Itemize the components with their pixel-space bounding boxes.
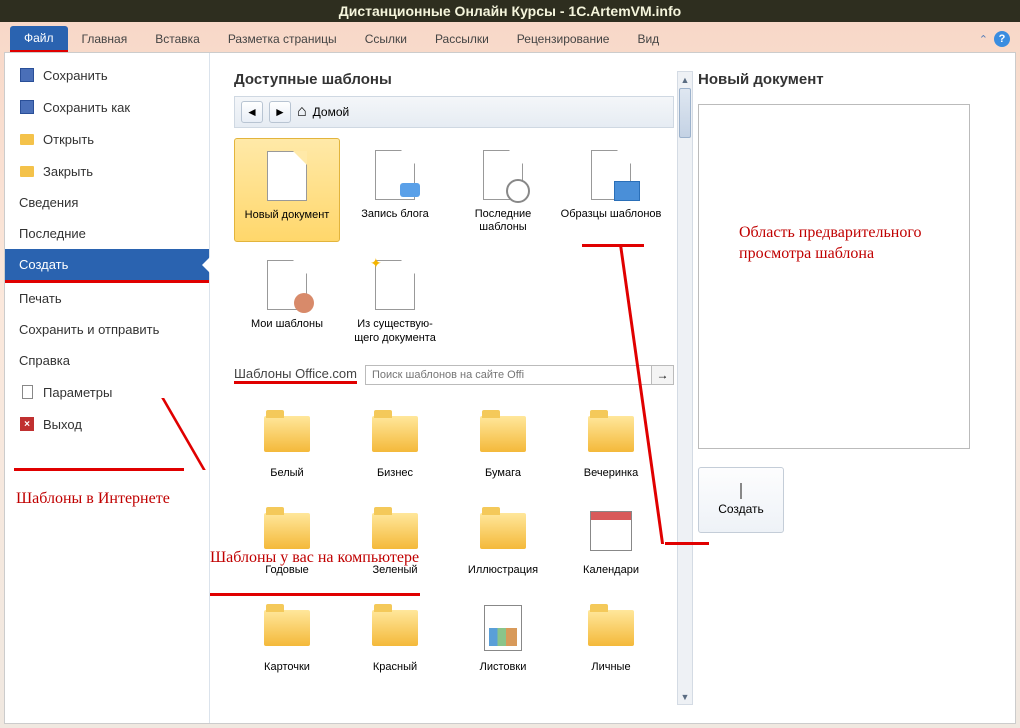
- sidebar-item-save[interactable]: Сохранить: [5, 59, 209, 91]
- scroll-up-icon[interactable]: ▲: [678, 72, 692, 87]
- preview-title: Новый документ: [698, 71, 991, 88]
- ribbon-tab-file[interactable]: Файл: [10, 26, 68, 53]
- template-recent[interactable]: Последние шаблоны: [450, 138, 556, 242]
- calendar-icon: [590, 511, 632, 551]
- folder-icon: [588, 416, 634, 452]
- template-folder-personal[interactable]: Личные: [558, 591, 664, 682]
- my-templates-icon: [257, 256, 317, 314]
- collapse-ribbon-icon[interactable]: ⌃: [979, 33, 988, 46]
- annotation-preview: Область предварительного просмотра шабло…: [739, 223, 961, 265]
- folder-icon: [480, 416, 526, 452]
- ribbon-tab-view[interactable]: Вид: [623, 27, 673, 51]
- sidebar-item-new[interactable]: Создать: [5, 249, 209, 283]
- disk-icon: [19, 67, 35, 83]
- home-icon[interactable]: ⌂: [297, 103, 307, 121]
- help-icon[interactable]: ?: [994, 31, 1010, 47]
- folder-icon: [372, 610, 418, 646]
- create-doc-icon: [740, 484, 742, 498]
- samples-icon: [581, 146, 641, 204]
- blog-icon: [365, 146, 425, 204]
- template-nav: ◄ ► ⌂ Домой: [234, 96, 674, 128]
- sidebar-item-open[interactable]: Открыть: [5, 123, 209, 155]
- template-from-existing[interactable]: ✦ Из существую- щего документа: [342, 248, 448, 352]
- sidebar-item-recent[interactable]: Последние: [5, 218, 209, 249]
- ribbon-tab-home[interactable]: Главная: [68, 27, 142, 51]
- sidebar-item-saveas[interactable]: Сохранить как: [5, 91, 209, 123]
- blank-doc-icon: [257, 147, 317, 205]
- nav-forward-button[interactable]: ►: [269, 101, 291, 123]
- template-blank-document[interactable]: Новый документ: [234, 138, 340, 242]
- flyer-icon: [484, 605, 522, 651]
- template-folder-red[interactable]: Красный: [342, 591, 448, 682]
- template-folder-white[interactable]: Белый: [234, 397, 340, 488]
- sidebar-item-share[interactable]: Сохранить и отправить: [5, 314, 209, 345]
- ribbon-tab-insert[interactable]: Вставка: [141, 27, 214, 51]
- sidebar-item-exit[interactable]: ×Выход: [5, 408, 209, 440]
- template-blog-post[interactable]: Запись блога: [342, 138, 448, 242]
- template-folder-yearly[interactable]: Годовые: [234, 494, 340, 585]
- folder-open-icon: [19, 131, 35, 147]
- template-search-input[interactable]: [365, 365, 652, 385]
- breadcrumb-home[interactable]: Домой: [313, 105, 350, 119]
- disk-icon: [19, 99, 35, 115]
- folder-icon: [480, 513, 526, 549]
- template-folder-flyers[interactable]: Листовки: [450, 591, 556, 682]
- sidebar-item-close[interactable]: Закрыть: [5, 155, 209, 187]
- folder-icon: [264, 416, 310, 452]
- template-folder-business[interactable]: Бизнес: [342, 397, 448, 488]
- template-folder-cards[interactable]: Карточки: [234, 591, 340, 682]
- ribbon-tab-refs[interactable]: Ссылки: [351, 27, 421, 51]
- folder-icon: [19, 163, 35, 179]
- folder-icon: [264, 513, 310, 549]
- exit-icon: ×: [19, 416, 35, 432]
- template-folder-illustration[interactable]: Иллюстрация: [450, 494, 556, 585]
- scroll-thumb[interactable]: [679, 88, 691, 138]
- folder-icon: [372, 513, 418, 549]
- backstage-sidebar: Сохранить Сохранить как Открыть Закрыть …: [5, 53, 210, 723]
- sidebar-item-info[interactable]: Сведения: [5, 187, 209, 218]
- office-templates-title: Шаблоны Office.com: [234, 366, 357, 384]
- folder-icon: [588, 610, 634, 646]
- sidebar-item-help[interactable]: Справка: [5, 345, 209, 376]
- folder-icon: [372, 416, 418, 452]
- local-templates-grid: Новый документ Запись блога Последние ша…: [234, 138, 674, 353]
- sidebar-item-options[interactable]: Параметры: [5, 376, 209, 408]
- window-titlebar: Дистанционные Онлайн Курсы - 1C.ArtemVM.…: [0, 0, 1020, 22]
- sidebar-item-print[interactable]: Печать: [5, 283, 209, 314]
- online-templates-grid: Белый Бизнес Бумага Вечеринка Годовые Зе…: [234, 397, 674, 683]
- ribbon-tab-mailings[interactable]: Рассылки: [421, 27, 503, 51]
- recent-icon: [473, 146, 533, 204]
- template-samples[interactable]: Образцы шаблонов: [558, 138, 664, 242]
- template-my-templates[interactable]: Мои шаблоны: [234, 248, 340, 352]
- search-go-button[interactable]: →: [652, 365, 674, 385]
- templates-scrollbar[interactable]: ▲ ▼: [677, 71, 693, 705]
- ribbon-tab-review[interactable]: Рецензирование: [503, 27, 624, 51]
- template-folder-green[interactable]: Зеленый: [342, 494, 448, 585]
- options-icon: [19, 384, 35, 400]
- template-folder-party[interactable]: Вечеринка: [558, 397, 664, 488]
- from-existing-icon: ✦: [365, 256, 425, 314]
- templates-title: Доступные шаблоны: [234, 71, 674, 88]
- create-button[interactable]: Создать: [698, 467, 784, 533]
- folder-icon: [264, 610, 310, 646]
- template-folder-calendars[interactable]: Календари: [558, 494, 664, 585]
- ribbon: Файл Главная Вставка Разметка страницы С…: [4, 26, 1016, 52]
- ribbon-tab-layout[interactable]: Разметка страницы: [214, 27, 351, 51]
- template-folder-paper[interactable]: Бумага: [450, 397, 556, 488]
- template-preview-area: Область предварительного просмотра шабло…: [698, 104, 970, 449]
- scroll-down-icon[interactable]: ▼: [678, 689, 692, 704]
- nav-back-button[interactable]: ◄: [241, 101, 263, 123]
